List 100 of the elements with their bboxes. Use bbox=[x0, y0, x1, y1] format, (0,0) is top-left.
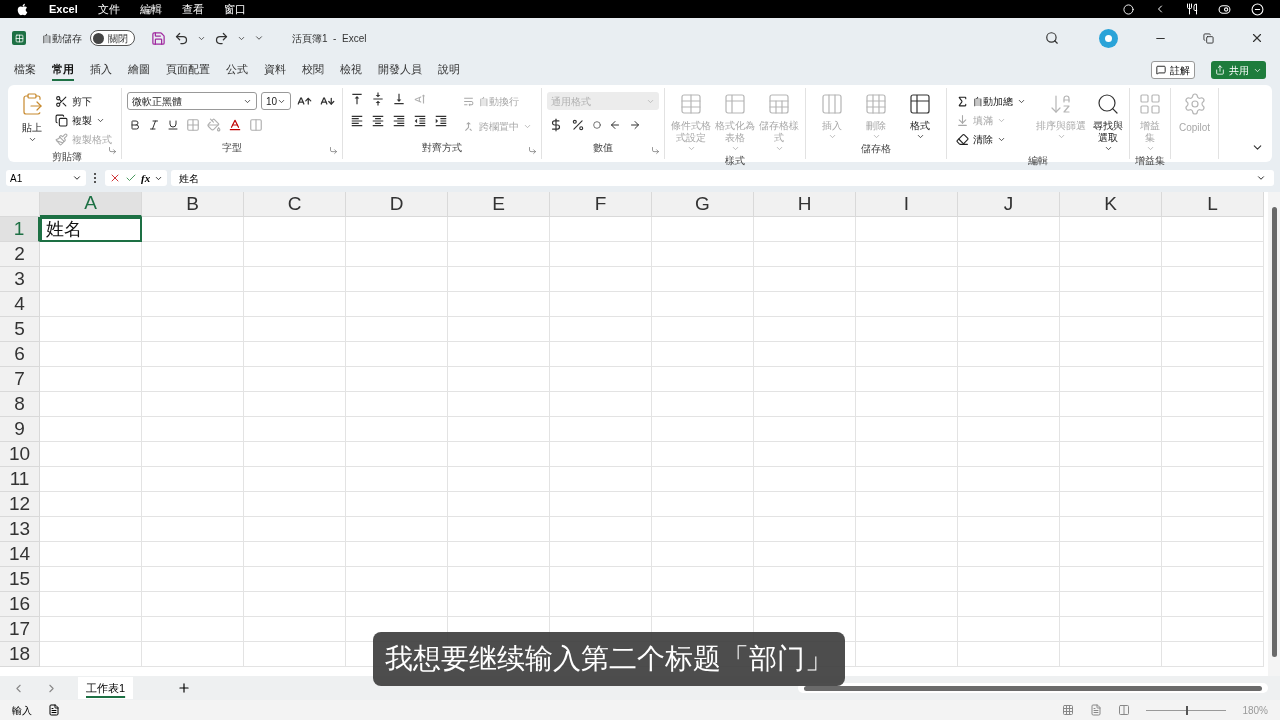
italic-icon[interactable] bbox=[148, 119, 160, 131]
ribbon-button[interactable]: 剪下 bbox=[51, 92, 116, 111]
font-color-icon[interactable] bbox=[228, 118, 242, 132]
row-header[interactable]: 4 bbox=[0, 292, 40, 317]
column-header[interactable]: G bbox=[652, 192, 754, 217]
page-break-icon[interactable] bbox=[1118, 704, 1131, 716]
apple-icon[interactable] bbox=[16, 2, 29, 16]
bold-icon[interactable] bbox=[129, 119, 141, 131]
name-box[interactable]: A1 bbox=[6, 170, 86, 186]
caret-icon[interactable] bbox=[72, 173, 82, 183]
save-icon[interactable] bbox=[151, 30, 166, 46]
dialog-launcher-icon[interactable] bbox=[329, 146, 338, 155]
column-header[interactable]: C bbox=[244, 192, 346, 217]
align-left-icon[interactable] bbox=[350, 114, 364, 128]
font-size-field[interactable]: 10 bbox=[261, 92, 291, 110]
ribbon-tab[interactable]: 校閱 bbox=[302, 59, 324, 81]
caret-icon[interactable] bbox=[1256, 173, 1266, 183]
enter-icon[interactable] bbox=[125, 172, 137, 184]
row-header[interactable]: 8 bbox=[0, 392, 40, 417]
caret-icon[interactable] bbox=[1103, 144, 1113, 153]
menu-item[interactable]: 編輯 bbox=[139, 0, 162, 18]
sheet-tab[interactable]: 工作表1 bbox=[78, 677, 134, 699]
sigma-icon[interactable] bbox=[956, 95, 969, 108]
ribbon-tab[interactable]: 說明 bbox=[438, 59, 460, 81]
scissors-icon[interactable] bbox=[55, 95, 68, 108]
insert-function-button[interactable]: fx bbox=[141, 169, 151, 187]
row-header[interactable]: 3 bbox=[0, 267, 40, 292]
align-middle-icon[interactable] bbox=[371, 92, 385, 106]
paste-button[interactable]: 貼上 bbox=[17, 92, 47, 149]
fork-knife-icon[interactable] bbox=[1186, 3, 1198, 15]
record-icon[interactable] bbox=[1123, 3, 1134, 15]
currency-icon[interactable] bbox=[549, 118, 563, 132]
align-top-icon[interactable] bbox=[350, 92, 364, 106]
underline-icon[interactable] bbox=[167, 119, 179, 131]
row-header[interactable]: 17 bbox=[0, 617, 40, 642]
ribbon-tab[interactable]: 開發人員 bbox=[378, 59, 422, 81]
row-header[interactable]: 10 bbox=[0, 442, 40, 467]
ribbon-tab[interactable]: 公式 bbox=[226, 59, 248, 81]
align-bottom-icon[interactable] bbox=[392, 92, 406, 106]
column-header[interactable]: K bbox=[1060, 192, 1162, 217]
table-cell[interactable]: 姓名 bbox=[40, 217, 142, 242]
column-header[interactable]: H bbox=[754, 192, 856, 217]
decrease-decimal-icon[interactable] bbox=[629, 119, 641, 131]
percent-icon[interactable] bbox=[571, 118, 585, 132]
dialog-launcher-icon[interactable] bbox=[528, 146, 537, 155]
zoom-thumb[interactable] bbox=[1186, 705, 1189, 715]
menu-item[interactable]: 文件 bbox=[97, 0, 120, 18]
increase-decimal-icon[interactable] bbox=[609, 119, 621, 131]
ribbon-tab[interactable]: 檔案 bbox=[14, 59, 36, 81]
caret-icon[interactable] bbox=[96, 116, 105, 125]
row-header[interactable]: 15 bbox=[0, 567, 40, 592]
dialog-launcher-icon[interactable] bbox=[108, 146, 117, 155]
undo-icon[interactable] bbox=[174, 30, 189, 46]
normal-view-icon[interactable] bbox=[1062, 704, 1075, 716]
dialog-launcher-icon[interactable] bbox=[651, 146, 660, 155]
autosave-toggle[interactable]: 關閉 bbox=[90, 30, 135, 46]
clipboard-icon[interactable] bbox=[20, 92, 44, 116]
ribbon-tab[interactable]: 插入 bbox=[90, 59, 112, 81]
avatar-icon[interactable] bbox=[1099, 28, 1118, 48]
redo-icon[interactable] bbox=[214, 30, 229, 46]
eraser-icon[interactable] bbox=[956, 133, 969, 146]
row-header[interactable]: 1 bbox=[0, 217, 40, 242]
row-header[interactable]: 16 bbox=[0, 592, 40, 617]
status-circle-icon[interactable] bbox=[1251, 2, 1264, 16]
ribbon-button[interactable]: 尋找與選取 bbox=[1092, 92, 1124, 153]
formula-input[interactable]: 姓名 bbox=[171, 170, 1274, 186]
row-header[interactable]: 5 bbox=[0, 317, 40, 342]
ribbon-button[interactable]: 格式 bbox=[899, 92, 941, 141]
search-icon[interactable] bbox=[1096, 92, 1120, 116]
column-header[interactable]: J bbox=[958, 192, 1060, 217]
search-icon[interactable] bbox=[1045, 31, 1059, 45]
row-header[interactable]: 9 bbox=[0, 417, 40, 442]
share-button[interactable]: 共用 bbox=[1211, 61, 1266, 79]
restore-icon[interactable] bbox=[1203, 32, 1214, 44]
customize-icon[interactable] bbox=[254, 33, 264, 43]
row-header[interactable]: 13 bbox=[0, 517, 40, 542]
ribbon-tab[interactable]: 檢視 bbox=[340, 59, 362, 81]
ribbon-tab[interactable]: 常用 bbox=[52, 59, 74, 81]
close-icon[interactable] bbox=[1250, 31, 1264, 45]
cancel-icon[interactable] bbox=[109, 172, 121, 184]
caret-icon[interactable] bbox=[1017, 97, 1026, 106]
caret-icon[interactable] bbox=[915, 132, 925, 141]
column-header[interactable]: E bbox=[448, 192, 550, 217]
menu-item[interactable]: 查看 bbox=[181, 0, 204, 18]
decrease-indent-icon[interactable] bbox=[413, 114, 427, 128]
column-header[interactable]: I bbox=[856, 192, 958, 217]
row-header[interactable]: 11 bbox=[0, 467, 40, 492]
caret-icon[interactable] bbox=[997, 135, 1006, 144]
control-center-icon[interactable] bbox=[1218, 2, 1231, 16]
copy-icon[interactable] bbox=[55, 114, 68, 127]
increase-indent-icon[interactable] bbox=[434, 114, 448, 128]
comment-icon[interactable] bbox=[1156, 65, 1166, 75]
column-header[interactable]: A bbox=[40, 192, 142, 217]
row-header[interactable]: 6 bbox=[0, 342, 40, 367]
ribbon-button[interactable]: 清除 bbox=[952, 130, 1030, 149]
ribbon-tab[interactable]: 繪圖 bbox=[128, 59, 150, 81]
comments-button[interactable]: 註解 bbox=[1151, 61, 1195, 79]
row-header[interactable]: 18 bbox=[0, 642, 40, 667]
row-header[interactable]: 2 bbox=[0, 242, 40, 267]
menu-item[interactable]: Excel bbox=[49, 0, 78, 18]
